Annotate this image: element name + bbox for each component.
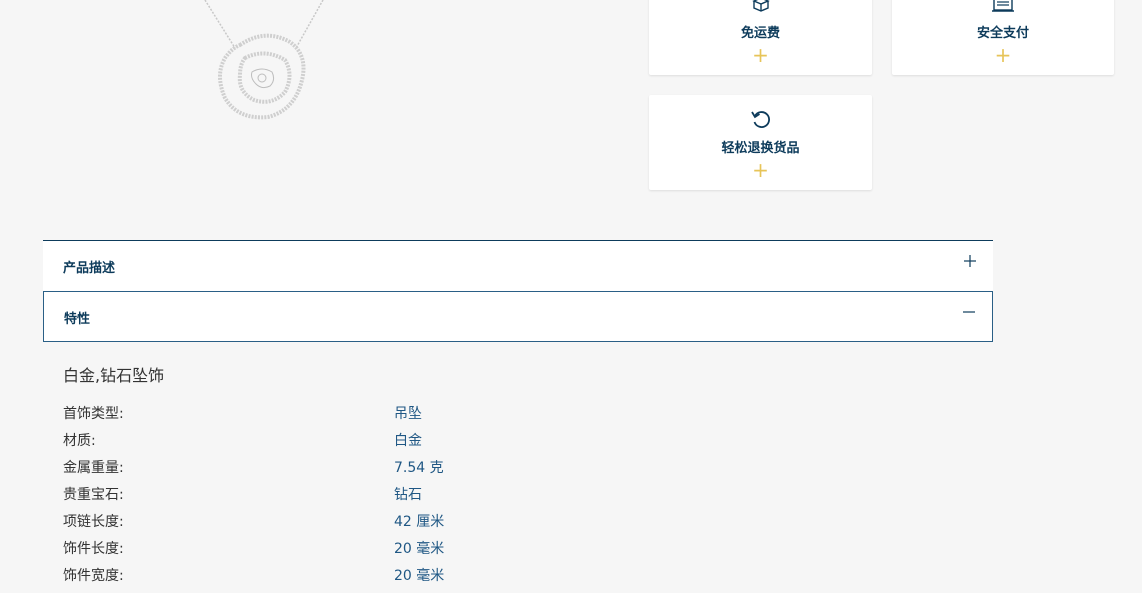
feature-value: 20 毫米	[394, 541, 445, 557]
box-icon	[751, 0, 771, 17]
feature-row: 饰件宽度: 20 毫米	[63, 565, 663, 592]
features-title: 特性	[64, 312, 91, 327]
feature-key: 贵重宝石:	[63, 487, 124, 503]
secure-payment-card[interactable]: 安全支付 +	[892, 0, 1114, 75]
feature-value: 7.54 克	[394, 460, 444, 476]
feature-row: 首饰类型: 吊坠	[63, 403, 663, 430]
features-panel: 白金,钻石坠饰 首饰类型: 吊坠 材质: 白金 金属重量: 7.54 克 贵重宝…	[63, 362, 663, 592]
free-shipping-expand-icon[interactable]: +	[649, 45, 872, 65]
product-description-accordion[interactable]: 产品描述	[43, 240, 993, 291]
feature-value: 白金	[394, 433, 422, 449]
feature-row: 材质: 白金	[63, 430, 663, 457]
feature-key: 饰件宽度:	[63, 568, 124, 584]
product-name: 白金,钻石坠饰	[63, 366, 165, 385]
free-shipping-label: 免运费	[740, 26, 780, 41]
feature-value: 吊坠	[394, 406, 422, 422]
feature-row: 金属重量: 7.54 克	[63, 457, 663, 484]
minus-icon[interactable]	[962, 304, 976, 318]
secure-payment-expand-icon[interactable]: +	[892, 45, 1114, 65]
plus-icon[interactable]	[963, 253, 977, 267]
feature-key: 饰件长度:	[63, 541, 124, 557]
feature-key: 金属重量:	[63, 460, 124, 476]
secure-payment-label: 安全支付	[976, 26, 1029, 41]
secure-payment-icon	[992, 0, 1014, 17]
feature-value: 钻石	[394, 487, 422, 503]
feature-key: 项链长度:	[63, 514, 124, 530]
feature-row: 贵重宝石: 钻石	[63, 484, 663, 511]
features-accordion[interactable]: 特性	[43, 291, 993, 342]
refresh-icon	[750, 108, 772, 134]
feature-row: 项链长度: 42 厘米	[63, 511, 663, 538]
feature-value: 20 毫米	[394, 568, 445, 584]
feature-key: 材质:	[63, 433, 96, 449]
feature-value: 42 厘米	[394, 514, 445, 530]
product-image	[190, 0, 340, 130]
free-shipping-card[interactable]: 免运费 +	[649, 0, 872, 75]
product-description-title: 产品描述	[63, 261, 116, 276]
feature-key: 首饰类型:	[63, 406, 124, 422]
easy-returns-label: 轻松退换货品	[721, 141, 800, 156]
easy-returns-card[interactable]: 轻松退换货品 +	[649, 95, 872, 190]
feature-row: 饰件长度: 20 毫米	[63, 538, 663, 565]
easy-returns-expand-icon[interactable]: +	[649, 160, 872, 180]
